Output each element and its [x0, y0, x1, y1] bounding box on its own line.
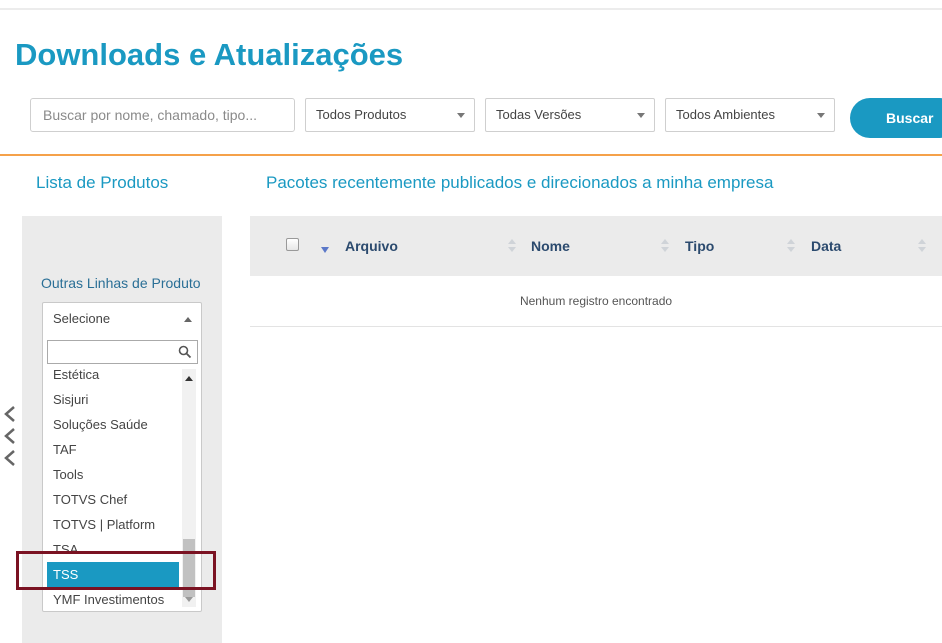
list-item[interactable]: Soluções Saúde	[43, 412, 183, 437]
column-header-tipo[interactable]: Tipo	[685, 238, 714, 254]
chevron-left-icon	[4, 428, 15, 444]
packages-title: Pacotes recentemente publicados e direci…	[266, 173, 774, 192]
versions-select-value: Todas Versões	[496, 107, 582, 122]
list-item[interactable]: Tools	[43, 462, 183, 487]
search-icon	[178, 345, 192, 359]
list-item[interactable]: YMF Investimentos	[43, 587, 183, 607]
list-item[interactable]: Estética	[43, 369, 183, 387]
product-list-title: Lista de Produtos	[36, 173, 169, 192]
select-all-checkbox[interactable]	[286, 238, 299, 251]
list-item[interactable]: Sisjuri	[43, 387, 183, 412]
dropdown-search-input[interactable]	[47, 340, 198, 364]
list-item[interactable]: TOTVS Chef	[43, 487, 183, 512]
dropdown-selected-value: Selecione	[53, 311, 111, 326]
chevron-left-icon	[4, 406, 15, 422]
empty-table-message: Nenhum registro encontrado	[250, 276, 942, 327]
highlight-annotation	[16, 551, 216, 590]
products-select[interactable]: Todos Produtos	[305, 98, 475, 132]
scroll-down-icon[interactable]	[185, 597, 193, 602]
sort-icon[interactable]	[918, 239, 926, 253]
column-header-arquivo[interactable]: Arquivo	[345, 238, 398, 254]
search-input[interactable]	[30, 98, 295, 132]
page-title: Downloads e Atualizações	[15, 37, 404, 72]
list-item[interactable]: TOTVS | Platform	[43, 512, 183, 537]
other-lines-label: Outras Linhas de Produto	[41, 275, 201, 291]
chevron-down-icon	[817, 113, 825, 118]
chevron-down-icon	[457, 113, 465, 118]
environments-select[interactable]: Todos Ambientes	[665, 98, 835, 132]
versions-select[interactable]: Todas Versões	[485, 98, 655, 132]
list-item[interactable]: TAF	[43, 437, 183, 462]
column-header-nome[interactable]: Nome	[531, 238, 570, 254]
sort-icon[interactable]	[661, 239, 669, 253]
table-header: Arquivo Nome Tipo Data	[250, 216, 942, 276]
chevron-up-icon	[184, 317, 192, 322]
environments-select-value: Todos Ambientes	[676, 107, 776, 122]
sort-icon[interactable]	[508, 239, 516, 253]
column-header-data[interactable]: Data	[811, 238, 841, 254]
search-button[interactable]: Buscar	[850, 98, 942, 138]
section-divider	[0, 154, 942, 156]
sort-desc-icon[interactable]	[321, 247, 329, 253]
scroll-up-icon[interactable]	[185, 376, 193, 381]
products-select-value: Todos Produtos	[316, 107, 407, 122]
chevron-left-icon	[4, 450, 15, 466]
collapse-sidebar-toggle[interactable]	[3, 405, 19, 471]
top-border	[0, 8, 942, 10]
chevron-down-icon	[637, 113, 645, 118]
sort-icon[interactable]	[787, 239, 795, 253]
dropdown-toggle[interactable]: Selecione	[43, 303, 201, 335]
